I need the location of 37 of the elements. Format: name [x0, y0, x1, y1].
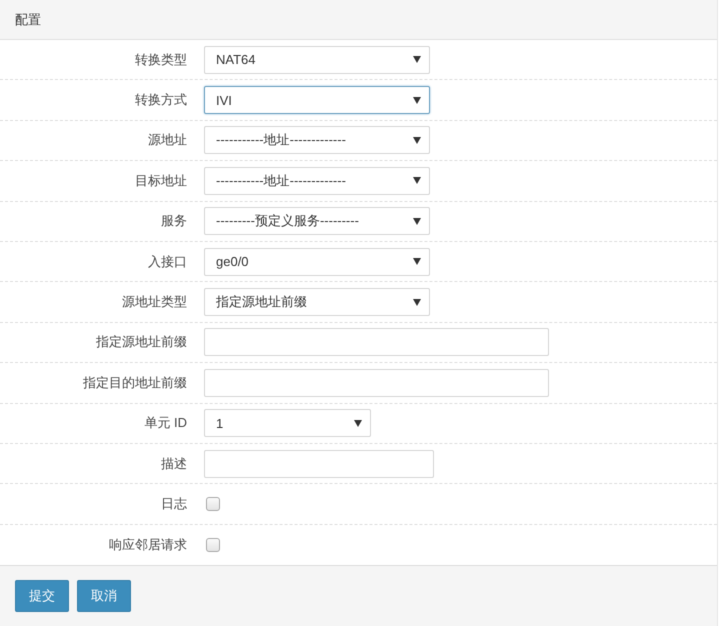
field-label: 指定目的地址前缀 [82, 374, 188, 392]
dropdown[interactable]: IVI [204, 86, 430, 114]
field-label: 源地址类型 [121, 293, 188, 312]
action-button[interactable]: 提交 [15, 580, 69, 612]
caret-icon [354, 420, 362, 427]
checkbox[interactable] [206, 496, 220, 511]
panel-title: 配置 [15, 10, 41, 28]
field-label: 入接口 [147, 252, 188, 271]
dropdown[interactable]: -----------地址------------- [204, 166, 430, 195]
caret-icon [413, 177, 421, 184]
caret-icon [413, 218, 421, 225]
field-label: 转换方式 [134, 91, 188, 110]
field-label: 指定源地址前缀 [95, 333, 188, 352]
dropdown[interactable]: 指定源地址前缀 [204, 288, 430, 316]
caret-icon [413, 136, 421, 144]
dropdown[interactable]: ---------预定义服务--------- [204, 207, 430, 236]
action-button[interactable]: 取消 [77, 580, 131, 612]
field-label: 描述 [160, 454, 188, 473]
input-field[interactable] [204, 328, 549, 356]
caret-icon [413, 298, 421, 306]
caret-icon [413, 96, 421, 104]
input-field[interactable] [204, 450, 434, 478]
field-label: 响应邻居请求 [108, 536, 188, 554]
caret-icon [413, 56, 421, 64]
field-label: 服务 [160, 212, 188, 230]
dropdown[interactable]: -----------地址------------- [204, 126, 430, 154]
dropdown[interactable]: ge0/0 [204, 248, 430, 276]
field-label: 目标地址 [134, 172, 188, 190]
dropdown[interactable]: 1 [204, 409, 371, 438]
field-label: 源地址 [147, 131, 188, 150]
checkbox[interactable] [206, 538, 220, 552]
field-label: 单元 ID [143, 414, 188, 432]
dropdown[interactable]: NAT64 [204, 46, 430, 74]
field-label: 日志 [160, 494, 188, 513]
field-label: 转换类型 [134, 50, 188, 69]
input-field[interactable] [204, 368, 549, 397]
caret-icon [413, 258, 421, 266]
